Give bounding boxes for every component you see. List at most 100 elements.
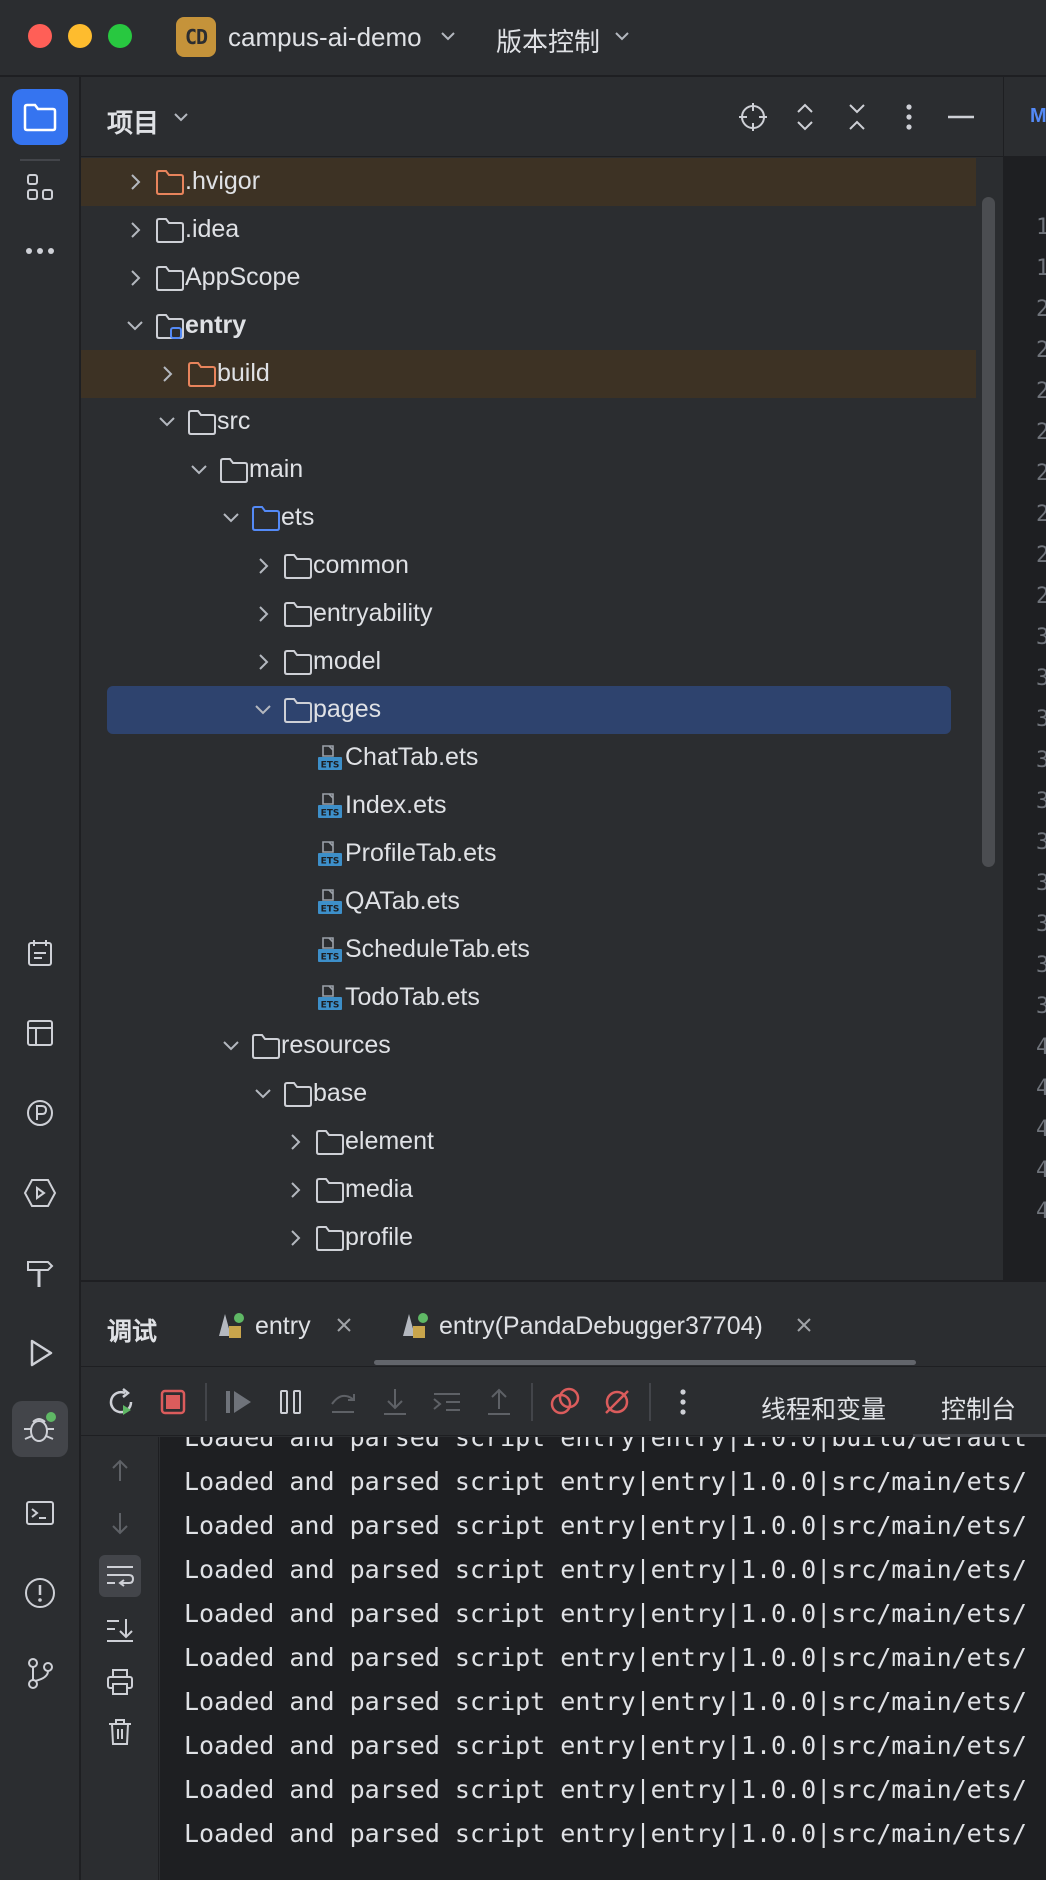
- chevron-right-icon[interactable]: [285, 1228, 305, 1248]
- chevron-right-icon[interactable]: [157, 364, 177, 384]
- chevron-down-icon[interactable]: [221, 508, 241, 528]
- folder-node-profile[interactable]: profile: [81, 1214, 976, 1262]
- locate-file-button[interactable]: [735, 99, 771, 135]
- git-tool-button[interactable]: [12, 1645, 68, 1701]
- folder-node-hvigor[interactable]: .hvigor: [81, 158, 976, 206]
- step-over-button[interactable]: [325, 1384, 361, 1420]
- chevron-right-icon[interactable]: [253, 652, 273, 672]
- zoom-window-button[interactable]: [108, 24, 132, 48]
- folder-node-ets[interactable]: ets: [81, 494, 976, 542]
- chevron-down-icon[interactable]: [612, 26, 632, 46]
- project-panel-title[interactable]: 项目: [107, 103, 159, 140]
- problems-tool-button[interactable]: [12, 1565, 68, 1621]
- chevron-down-icon[interactable]: [438, 26, 458, 46]
- tree-node-label: model: [313, 647, 382, 675]
- scroll-up-button[interactable]: [99, 1449, 141, 1491]
- folder-node-model[interactable]: model: [81, 638, 976, 686]
- step-into-button[interactable]: [377, 1384, 413, 1420]
- file-node-index-ets[interactable]: ETS Index.ets: [81, 782, 976, 830]
- more-debug-actions-button[interactable]: [665, 1384, 701, 1420]
- resume-button[interactable]: [221, 1384, 257, 1420]
- chevron-right-icon[interactable]: [285, 1180, 305, 1200]
- pause-button[interactable]: [273, 1384, 309, 1420]
- debug-tool-button[interactable]: [12, 1401, 68, 1457]
- expand-all-button[interactable]: [787, 99, 823, 135]
- stop-button[interactable]: [155, 1384, 191, 1420]
- scroll-to-end-button[interactable]: [99, 1609, 141, 1651]
- close-window-button[interactable]: [28, 24, 52, 48]
- folder-node-media[interactable]: media: [81, 1166, 976, 1214]
- debug-tab-panda[interactable]: entry(PandaDebugger37704): [439, 1312, 763, 1341]
- soft-wrap-toggle[interactable]: [99, 1555, 141, 1597]
- console-output[interactable]: Loaded and parsed script entry|entry|1.0…: [160, 1437, 1046, 1880]
- chevron-right-icon[interactable]: [253, 604, 273, 624]
- tab-console[interactable]: 控制台: [941, 1390, 1016, 1426]
- profiler-tool-button[interactable]: [12, 1085, 68, 1141]
- folder-node-entry[interactable]: entry: [81, 302, 976, 350]
- debug-session-tabs: 调试 entry entry(PandaDebugger37704): [81, 1282, 1046, 1365]
- file-node-chattab-ets[interactable]: ETS ChatTab.ets: [81, 734, 976, 782]
- console-line: Loaded and parsed script entry|entry|1.0…: [184, 1599, 1027, 1628]
- chevron-down-icon[interactable]: [221, 1036, 241, 1056]
- chevron-down-icon[interactable]: [253, 700, 273, 720]
- rerun-button[interactable]: [103, 1384, 139, 1420]
- run-tool-button[interactable]: [12, 1325, 68, 1381]
- scroll-down-button[interactable]: [99, 1503, 141, 1545]
- tree-scrollbar[interactable]: [982, 197, 995, 867]
- file-node-profiletab-ets[interactable]: ETS ProfileTab.ets: [81, 830, 976, 878]
- folder-node-entryability[interactable]: entryability: [81, 590, 976, 638]
- chevron-down-icon[interactable]: [189, 460, 209, 480]
- step-into-mine-button[interactable]: [429, 1384, 465, 1420]
- hide-panel-button[interactable]: [943, 99, 979, 135]
- chevron-right-icon[interactable]: [125, 220, 145, 240]
- file-node-scheduletab-ets[interactable]: ETS ScheduleTab.ets: [81, 926, 976, 974]
- folder-node-src[interactable]: src: [81, 398, 976, 446]
- folder-node-resources[interactable]: resources: [81, 1022, 976, 1070]
- project-selector[interactable]: campus-ai-demo: [228, 22, 422, 53]
- folder-node-pages[interactable]: pages: [107, 686, 951, 734]
- minimize-window-button[interactable]: [68, 24, 92, 48]
- todo-tool-button[interactable]: [12, 925, 68, 981]
- scroll-to-end-icon: [107, 1619, 133, 1642]
- chevron-right-icon[interactable]: [125, 172, 145, 192]
- terminal-icon: [26, 1501, 54, 1525]
- project-tool-button[interactable]: [12, 89, 68, 145]
- folder-node-build[interactable]: build: [81, 350, 976, 398]
- vcs-menu[interactable]: 版本控制: [496, 22, 600, 59]
- view-breakpoints-button[interactable]: [547, 1384, 583, 1420]
- folder-node-common[interactable]: common: [81, 542, 976, 590]
- chevron-down-icon[interactable]: [157, 412, 177, 432]
- close-icon[interactable]: [795, 1316, 813, 1334]
- mute-breakpoints-button[interactable]: [599, 1384, 635, 1420]
- folder-node-appscope[interactable]: AppScope: [81, 254, 976, 302]
- editor-tab[interactable]: M: [1004, 77, 1046, 157]
- step-out-button[interactable]: [481, 1384, 517, 1420]
- terminal-tool-button[interactable]: [12, 1485, 68, 1541]
- more-tools-button[interactable]: [12, 223, 68, 279]
- project-tree[interactable]: .hvigor .idea AppScope entry build src main ets…: [81, 158, 1003, 1280]
- debug-tab-entry[interactable]: entry: [255, 1312, 311, 1341]
- folder-node-element[interactable]: element: [81, 1118, 976, 1166]
- close-icon[interactable]: [335, 1316, 353, 1334]
- folder-node-main[interactable]: main: [81, 446, 976, 494]
- build-tool-button[interactable]: [12, 1245, 68, 1301]
- collapse-all-button[interactable]: [839, 99, 875, 135]
- chevron-down-icon[interactable]: [125, 316, 145, 336]
- structure-tool-button[interactable]: [12, 159, 68, 215]
- chevron-down-icon[interactable]: [171, 107, 191, 127]
- folder-node-base[interactable]: base: [81, 1070, 976, 1118]
- chevron-right-icon[interactable]: [253, 556, 273, 576]
- project-badge[interactable]: CD: [176, 17, 216, 57]
- chevron-right-icon[interactable]: [125, 268, 145, 288]
- folder-node-idea[interactable]: .idea: [81, 206, 976, 254]
- options-menu-button[interactable]: [891, 99, 927, 135]
- file-node-qatab-ets[interactable]: ETS QATab.ets: [81, 878, 976, 926]
- print-button[interactable]: [99, 1661, 141, 1703]
- chevron-down-icon[interactable]: [253, 1084, 273, 1104]
- clear-console-button[interactable]: [99, 1711, 141, 1753]
- layout-tool-button[interactable]: [12, 1005, 68, 1061]
- services-tool-button[interactable]: [12, 1165, 68, 1221]
- file-node-todotab-ets[interactable]: ETS TodoTab.ets: [81, 974, 976, 1022]
- chevron-right-icon[interactable]: [285, 1132, 305, 1152]
- tab-threads-variables[interactable]: 线程和变量: [761, 1390, 886, 1426]
